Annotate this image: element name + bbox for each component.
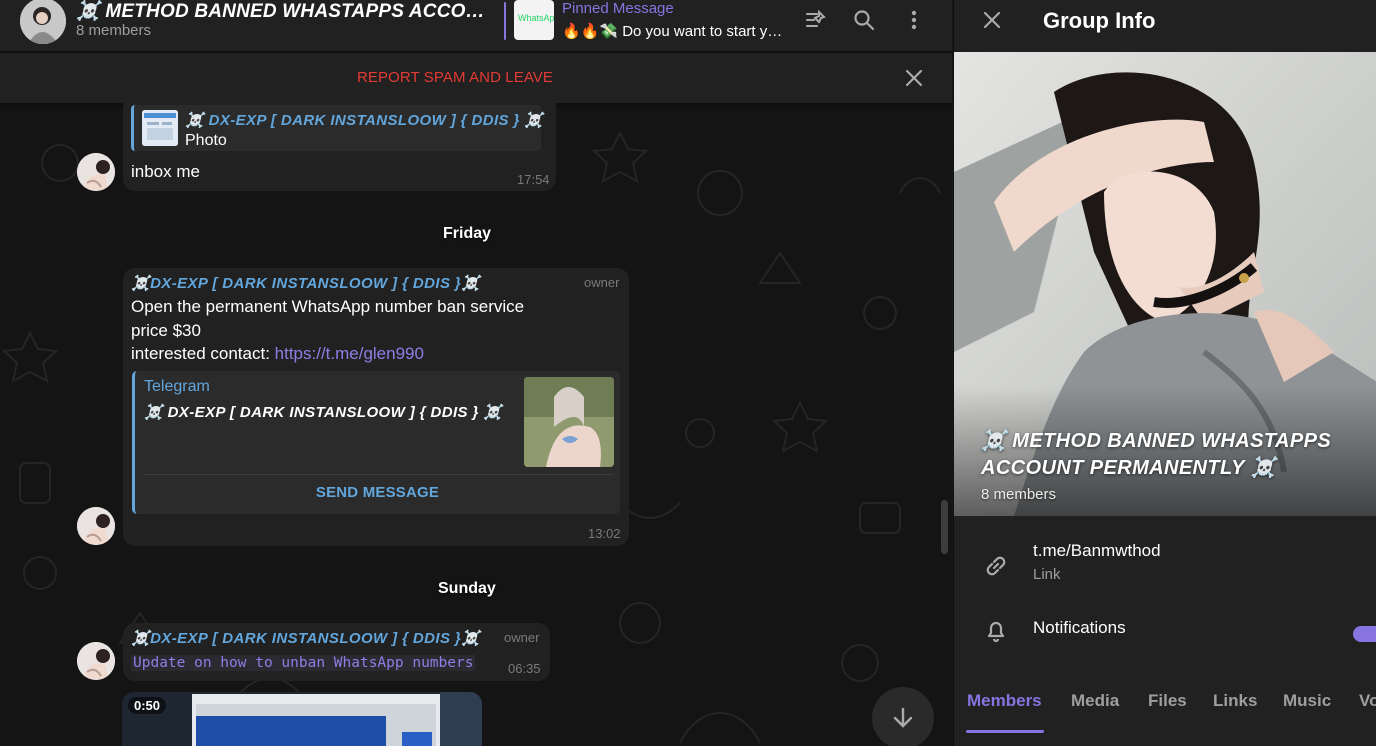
video-thumbnail	[122, 692, 482, 746]
group-info-panel: Group Info ☠️ METHOD BANNED WHASTAPPS AC…	[953, 0, 1376, 746]
webpage-preview[interactable]: Telegram ☠️ DX-EXP [ DARK INSTANSLOOW ] …	[132, 371, 620, 514]
group-member-count: 8 members	[981, 486, 1057, 503]
pinned-label: Pinned Message	[562, 0, 674, 17]
invite-link[interactable]: t.me/Banmwthod	[1033, 541, 1161, 561]
pinned-message[interactable]: WhatsApp Pinned Message 🔥🔥💸 Do you want …	[504, 0, 786, 44]
reply-sender-name: ☠️ DX-EXP [ DARK INSTANSLOOW ] { DDIS } …	[185, 112, 544, 129]
owner-badge: owner	[584, 275, 620, 290]
message-text-prefix: interested contact:	[131, 344, 275, 363]
message-text-line: price $30	[131, 321, 201, 340]
reply-thumbnail	[142, 110, 178, 146]
sender-name[interactable]: ☠️DX-EXP [ DARK INSTANSLOOW ] { DDIS }☠️	[131, 274, 480, 292]
notifications-row[interactable]: Notifications	[954, 603, 1376, 663]
webpage-title: ☠️ DX-EXP [ DARK INSTANSLOOW ] { DDIS } …	[144, 404, 503, 421]
group-avatar[interactable]	[20, 0, 66, 44]
more-menu-icon[interactable]	[896, 2, 932, 38]
webpage-divider	[144, 474, 614, 475]
chat-area: ☠️ METHOD BANNED WHASTAPPS ACCOUNT PERMA…	[0, 0, 952, 746]
webpage-site-name: Telegram	[144, 378, 210, 395]
send-message-button[interactable]: SEND MESSAGE	[135, 484, 620, 501]
reply-preview[interactable]: ☠️ DX-EXP [ DARK INSTANSLOOW ] { DDIS } …	[131, 105, 544, 151]
sender-name[interactable]: ☠️DX-EXP [ DARK INSTANSLOOW ] { DDIS }☠️	[131, 629, 480, 647]
shared-media-tabs: Members Media Files Links Music Voice	[954, 670, 1376, 734]
owner-badge: owner	[504, 630, 540, 645]
avatar[interactable]	[77, 507, 115, 545]
panel-header: Group Info	[954, 0, 1376, 52]
scrollbar[interactable]	[941, 500, 948, 554]
link-icon	[982, 552, 1010, 580]
group-photo[interactable]: ☠️ METHOD BANNED WHASTAPPS ACCOUNT PERMA…	[954, 52, 1376, 516]
code-text[interactable]: Update on how to unban WhatsApp numbers	[131, 655, 476, 671]
bell-icon	[982, 617, 1010, 645]
tab-media[interactable]: Media	[1071, 691, 1119, 711]
tab-voice[interactable]: Voice	[1359, 691, 1376, 711]
report-spam-button[interactable]: REPORT SPAM AND LEAVE	[0, 69, 910, 86]
message-time: 13:02	[588, 526, 621, 541]
message-time: 06:35	[508, 661, 541, 676]
invite-link-row[interactable]: t.me/Banmwthod Link	[954, 538, 1376, 598]
webpage-image	[524, 377, 614, 467]
message-text: inbox me	[131, 162, 200, 181]
message-text: Update on how to unban WhatsApp numbers	[131, 654, 476, 672]
notifications-toggle[interactable]	[1353, 626, 1376, 642]
avatar[interactable]	[77, 642, 115, 680]
video-message[interactable]: 0:50	[122, 692, 482, 746]
search-icon[interactable]	[846, 2, 882, 38]
date-divider: Sunday	[438, 580, 496, 597]
tab-members[interactable]: Members	[967, 691, 1042, 711]
message-time: 17:54	[517, 172, 550, 187]
pinned-text: 🔥🔥💸 Do you want to start your own busine…	[562, 23, 784, 40]
invite-link-label: Link	[1033, 566, 1061, 583]
avatar[interactable]	[77, 153, 115, 191]
close-icon[interactable]	[896, 60, 932, 96]
reply-type: Photo	[185, 132, 227, 149]
panel-title: Group Info	[1043, 8, 1156, 33]
message-link[interactable]: https://t.me/glen990	[275, 344, 424, 363]
tab-links[interactable]: Links	[1213, 691, 1257, 711]
message-text-line: interested contact: https://t.me/glen990	[131, 342, 424, 366]
chat-header[interactable]: ☠️ METHOD BANNED WHASTAPPS ACCOUNT PERMA…	[0, 0, 952, 52]
pinned-indicator	[504, 2, 506, 40]
message-bubble[interactable]: ☠️DX-EXP [ DARK INSTANSLOOW ] { DDIS }☠️…	[123, 268, 629, 546]
group-name: ☠️ METHOD BANNED WHASTAPPS ACCOUNT PERMA…	[981, 430, 1332, 479]
chat-title[interactable]: ☠️ METHOD BANNED WHASTAPPS ACCOUNT PERMA…	[76, 0, 498, 23]
tab-music[interactable]: Music	[1283, 691, 1331, 711]
member-count: 8 members	[76, 22, 152, 39]
message-bubble[interactable]: ☠️ DX-EXP [ DARK INSTANSLOOW ] { DDIS } …	[123, 103, 556, 191]
close-panel-icon[interactable]	[974, 2, 1010, 38]
pinned-thumbnail-text: WhatsApp	[518, 13, 554, 23]
pinned-thumbnail: WhatsApp	[514, 0, 554, 40]
tab-files[interactable]: Files	[1148, 691, 1187, 711]
telegram-window: ☠️ METHOD BANNED WHASTAPPS ACCOUNT PERMA…	[0, 0, 1376, 746]
message-bubble[interactable]: ☠️DX-EXP [ DARK INSTANSLOOW ] { DDIS }☠️…	[123, 623, 550, 681]
message-text-line: Open the permanent WhatsApp number ban s…	[131, 297, 525, 316]
arrow-down-icon	[893, 707, 913, 728]
scroll-down-button[interactable]	[872, 687, 934, 746]
video-duration: 0:50	[128, 697, 167, 714]
active-tab-indicator	[966, 730, 1044, 733]
pinned-list-icon[interactable]	[798, 2, 834, 38]
notifications-label: Notifications	[1033, 618, 1126, 637]
date-divider: Friday	[443, 225, 492, 242]
report-spam-bar: REPORT SPAM AND LEAVE	[0, 53, 952, 103]
